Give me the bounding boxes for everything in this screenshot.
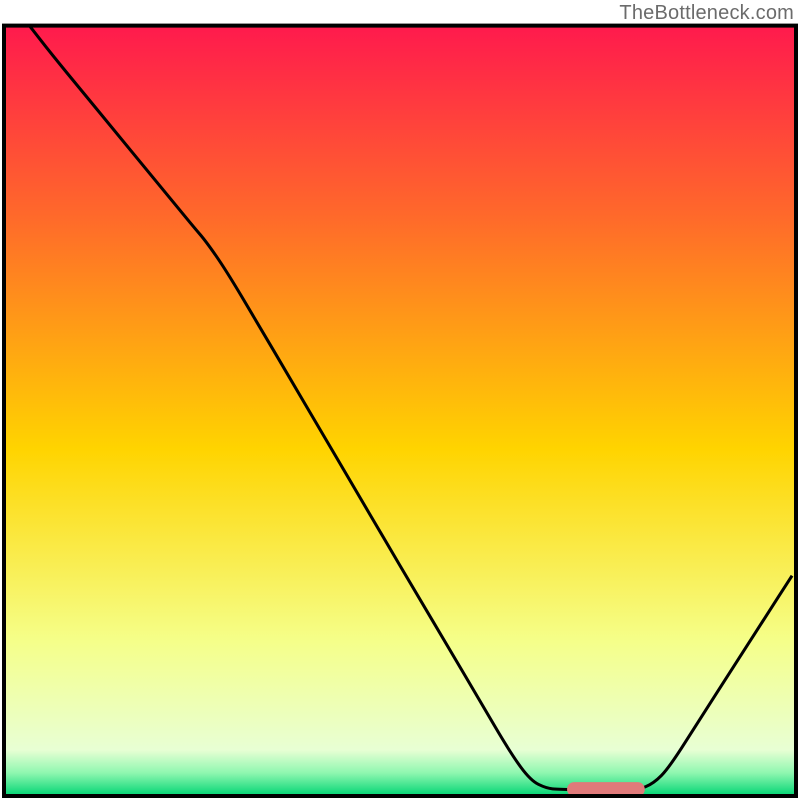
chart-container: TheBottleneck.com bbox=[0, 0, 800, 800]
bottleneck-curve-chart bbox=[0, 0, 800, 800]
watermark-label: TheBottleneck.com bbox=[619, 2, 794, 25]
